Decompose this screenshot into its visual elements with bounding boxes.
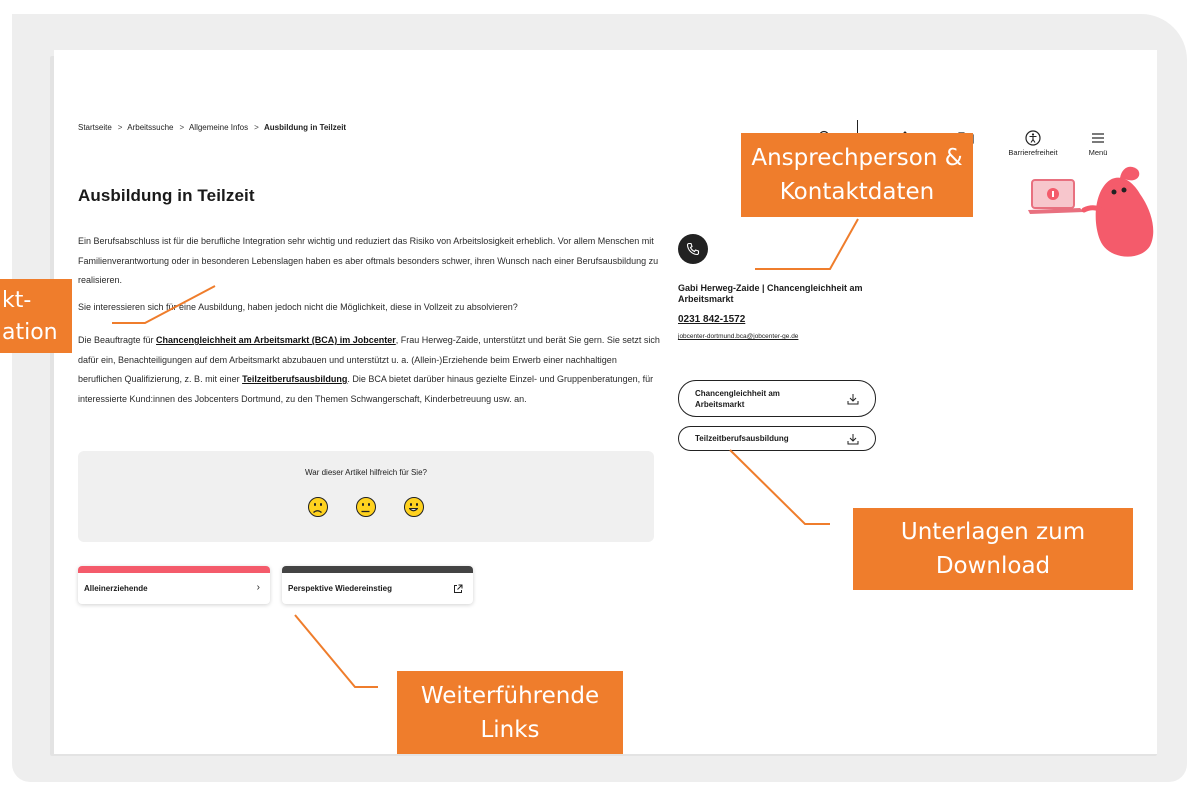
- breadcrumb-item-home[interactable]: Startseite: [78, 123, 112, 132]
- download-icon: [847, 434, 859, 445]
- callout-links: Weiterführende Links: [397, 671, 623, 754]
- callout-contact: Ansprechperson & Kontaktdaten: [741, 133, 973, 217]
- callout-line: kt-: [2, 288, 32, 313]
- callout-line: Kontaktdaten: [779, 179, 935, 205]
- chevron-right-icon: >: [179, 123, 185, 132]
- chevron-right-icon: ›: [256, 582, 260, 593]
- download-icon: [847, 394, 859, 405]
- chevron-right-icon: >: [117, 123, 123, 132]
- phone-icon: [678, 234, 708, 264]
- web-page: Startseite > Arbeitssuche > Allgemeine Inf…: [54, 50, 1157, 754]
- breadcrumb-current: Ausbildung in Teilzeit: [264, 123, 347, 132]
- hamburger-menu-icon: [1092, 133, 1104, 143]
- callout-line: Unterlagen zum: [900, 519, 1086, 545]
- bca-text-a: Die Beauftragte für: [78, 335, 157, 345]
- download-button-teilzeit[interactable]: Teilzeitberufsausbildung: [678, 426, 876, 451]
- bca-link[interactable]: Chancengleichheit am Arbeitsmarkt (BCA) …: [156, 335, 396, 345]
- contact-phone-link[interactable]: 0231 842-1572: [678, 314, 745, 325]
- breadcrumb-item-jobsearch[interactable]: Arbeitssuche: [127, 123, 173, 132]
- card-accent-bar: [78, 566, 270, 573]
- link-card-wiedereinstieg[interactable]: Perspektive Wiedereinstieg: [282, 566, 473, 604]
- intro-paragraph: Ein Berufsabschluss ist für die beruflic…: [78, 236, 659, 285]
- download-label: Chancengleichheit am Arbeitsmarkt: [695, 389, 780, 409]
- teilzeit-link[interactable]: Teilzeitberufsausbildung: [242, 374, 347, 384]
- callout-line: Ansprechperson &: [751, 145, 963, 171]
- breadcrumb: Startseite > Arbeitssuche > Allgemeine Inf…: [78, 123, 349, 132]
- callout-text: kt- ation: [0, 279, 72, 353]
- download-label: Teilzeitberufsausbildung: [695, 434, 789, 443]
- happy-face-icon[interactable]: [404, 497, 424, 517]
- download-button-chancengleichheit[interactable]: Chancengleichheit am Arbeitsmarkt: [678, 380, 876, 417]
- chevron-right-icon: >: [254, 123, 259, 132]
- contact-email-link[interactable]: jobcenter-dortmund.bca@jobcenter-ge.de: [678, 333, 798, 340]
- card-accent-bar: [282, 566, 473, 573]
- feedback-options: [78, 497, 654, 517]
- feedback-question: War dieser Artikel hilfreich für Sie?: [305, 468, 427, 477]
- link-card-label: Alleinerziehende: [84, 584, 148, 593]
- question-paragraph: Sie interessieren sich für eine Ausbildu…: [78, 302, 518, 312]
- callout-line: Weiterführende: [420, 683, 600, 709]
- mascot-illustration: [1028, 166, 1154, 257]
- page-title: Ausbildung in Teilzeit: [78, 186, 255, 205]
- callout-line: ation: [2, 320, 58, 345]
- callout-line: Links: [480, 717, 540, 743]
- accessibility-icon: [1025, 130, 1041, 146]
- external-link-icon: [454, 584, 463, 593]
- neutral-face-icon[interactable]: [356, 497, 376, 517]
- feedback-box: War dieser Artikel hilfreich für Sie?: [78, 451, 654, 542]
- breadcrumb-item-info[interactable]: Allgemeine Infos: [189, 123, 248, 132]
- contact-name: Gabi Herweg-Zaide | Chancengleichheit am…: [678, 283, 863, 304]
- link-card-alleinerziehende[interactable]: Alleinerziehende ›: [78, 566, 270, 604]
- callout-downloads: Unterlagen zum Download: [853, 508, 1133, 590]
- bca-paragraph: Die Beauftragte für Chancengleichheit am…: [78, 331, 663, 409]
- link-card-label: Perspektive Wiedereinstieg: [288, 584, 392, 593]
- callout-line: Download: [935, 553, 1051, 579]
- sad-face-icon[interactable]: [308, 497, 328, 517]
